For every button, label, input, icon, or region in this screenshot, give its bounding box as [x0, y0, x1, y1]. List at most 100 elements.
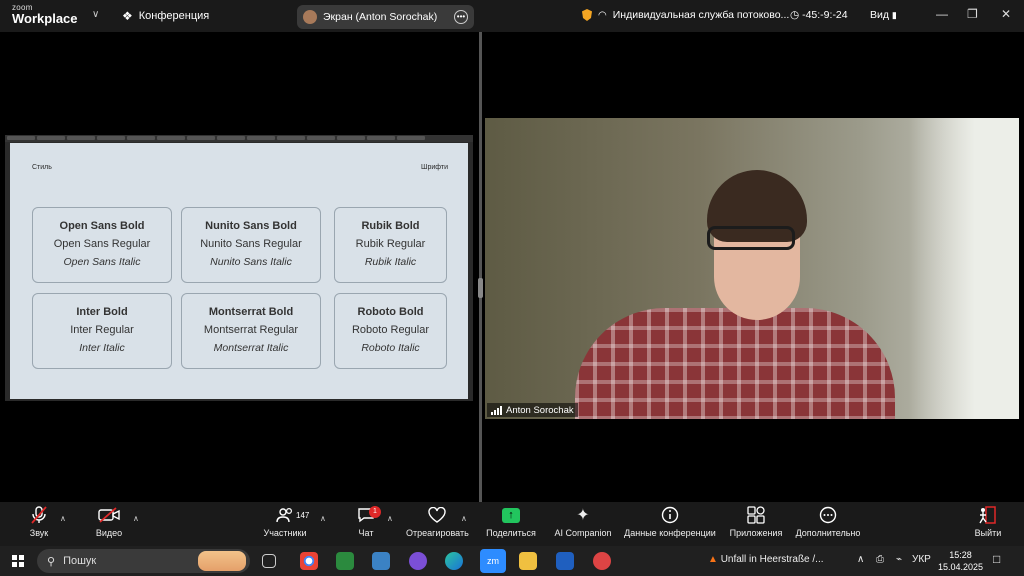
participants-caret-icon[interactable]: ∧: [320, 514, 326, 523]
notifications-icon[interactable]: □: [993, 552, 1000, 566]
split-divider-handle[interactable]: [478, 278, 483, 298]
search-icon: ⚲: [47, 555, 56, 568]
signal-icon: [491, 405, 502, 415]
close-icon[interactable]: ✕: [1001, 7, 1011, 21]
font-card-montserrat: Montserrat Bold Montserrat Regular Monts…: [181, 293, 321, 369]
paint-icon[interactable]: [372, 552, 390, 570]
react-caret-icon[interactable]: ∧: [461, 514, 467, 523]
participants-count: 147: [296, 511, 310, 520]
font-regular: Nunito Sans Regular: [200, 238, 302, 250]
zoom-logo: zoom Workplace: [12, 4, 78, 26]
shared-browser-tabs: [5, 135, 473, 142]
react-button[interactable]: Отреагировать: [406, 505, 469, 538]
audio-button[interactable]: Звук: [24, 505, 54, 538]
participant-glasses: [707, 226, 795, 250]
file-explorer-icon[interactable]: [519, 552, 537, 570]
apps-button[interactable]: Приложения: [728, 505, 784, 538]
chrome-icon[interactable]: [300, 552, 318, 570]
mic-muted-icon: [31, 506, 47, 524]
app-icon[interactable]: [593, 552, 611, 570]
windows-start-icon[interactable]: [12, 555, 24, 567]
chat-badge: 1: [369, 506, 381, 518]
zoom-taskbar-icon[interactable]: zm: [480, 549, 506, 573]
meet-icon[interactable]: [336, 552, 354, 570]
view-icon: ▮: [891, 10, 897, 20]
video-options-caret-icon[interactable]: ∧: [133, 514, 139, 523]
chat-label: Чат: [358, 528, 374, 538]
font-bold: Rubik Bold: [361, 220, 420, 232]
service-label: Индивидуальная служба потоково...: [612, 9, 790, 21]
service-status[interactable]: ◠ Индивидуальная служба потоково...: [582, 9, 789, 21]
view-label: Вид: [870, 9, 889, 21]
font-card-open-sans: Open Sans Bold Open Sans Regular Open Sa…: [32, 207, 172, 283]
font-bold: Roboto Bold: [357, 306, 424, 318]
viber-icon[interactable]: [409, 552, 427, 570]
participant-name-tag: Anton Sorochak: [487, 403, 578, 417]
split-divider[interactable]: [479, 32, 482, 502]
participant-video[interactable]: Anton Sorochak: [485, 118, 1019, 419]
more-options-icon[interactable]: •••: [454, 10, 468, 24]
restore-icon[interactable]: ❐: [967, 7, 978, 21]
broadcast-icon: ◠: [598, 9, 607, 21]
leave-label: Выйти: [974, 528, 1002, 538]
video-button[interactable]: Видео: [93, 505, 125, 538]
font-bold: Montserrat Bold: [208, 306, 294, 318]
info-icon: [661, 506, 679, 524]
info-label: Данные конференции: [624, 528, 716, 538]
react-label: Отреагировать: [406, 528, 469, 538]
paw-icon: ❖: [122, 9, 133, 23]
leave-icon: [979, 506, 996, 524]
minimize-icon[interactable]: —: [936, 7, 948, 21]
news-notification[interactable]: ▲ Unfall in Heerstraße /...: [708, 554, 824, 565]
font-card-inter: Inter Bold Inter Regular Inter Italic: [32, 293, 172, 369]
clock[interactable]: 15:28 15.04.2025: [938, 549, 983, 573]
font-regular: Inter Regular: [70, 324, 134, 336]
audio-options-caret-icon[interactable]: ∧: [60, 514, 66, 523]
screen-share-pill[interactable]: Экран (Anton Sorochak) •••: [297, 5, 474, 29]
participants-icon: [276, 507, 293, 523]
shared-screen: Стиль Шрифти Open Sans Bold Open Sans Re…: [5, 135, 473, 401]
taskbar-search[interactable]: ⚲ Пошук: [37, 549, 250, 573]
participants-button[interactable]: Участники: [262, 505, 308, 538]
task-view-icon[interactable]: [262, 554, 276, 568]
font-regular: Rubik Regular: [355, 238, 426, 250]
leave-button[interactable]: Выйти: [972, 505, 1004, 538]
font-card-nunito-sans: Nunito Sans Bold Nunito Sans Regular Nun…: [181, 207, 321, 283]
conference-menu[interactable]: ❖ Конференция: [122, 9, 209, 23]
word-icon[interactable]: [556, 552, 574, 570]
meeting-info-button[interactable]: Данные конференции: [624, 505, 716, 538]
share-button[interactable]: ↑ Поделиться: [486, 505, 536, 538]
chat-caret-icon[interactable]: ∧: [387, 514, 393, 523]
more-button[interactable]: Дополнительно: [795, 505, 861, 538]
conference-label: Конференция: [138, 10, 210, 22]
tray-app-icon[interactable]: ⎙: [876, 554, 884, 565]
tray-chevron-icon[interactable]: ∧: [857, 554, 864, 565]
logo-line2: Workplace: [12, 11, 78, 26]
shield-icon: [582, 9, 592, 21]
ai-companion-button[interactable]: ✦ AI Companion: [553, 505, 613, 538]
wifi-icon[interactable]: ⌁: [896, 554, 902, 565]
apps-label: Приложения: [729, 528, 783, 538]
alert-icon: ▲: [708, 554, 718, 565]
view-button[interactable]: Вид ▮: [870, 9, 897, 21]
font-regular: Roboto Regular: [351, 324, 430, 336]
edge-icon[interactable]: [445, 552, 463, 570]
share-label: Поделиться: [486, 528, 536, 538]
apps-icon: [747, 506, 765, 524]
presentation-slide: Стиль Шрифти Open Sans Bold Open Sans Re…: [10, 143, 468, 399]
meeting-timer: ◷ -45:-9:-24: [790, 9, 848, 21]
sparkle-icon: ✦: [576, 507, 590, 524]
clock-icon: ◷: [790, 9, 800, 21]
font-bold: Inter Bold: [76, 306, 128, 318]
slide-fonts-label: Шрифти: [421, 164, 448, 171]
font-italic: Rubik Italic: [364, 256, 417, 268]
font-italic: Open Sans Italic: [63, 256, 141, 268]
timer-value: -45:-9:-24: [802, 9, 848, 21]
more-label: Дополнительно: [795, 528, 861, 538]
font-regular: Open Sans Regular: [53, 238, 151, 250]
zoom-window: zoom Workplace ∨ ❖ Конференция Экран (An…: [0, 0, 1024, 576]
clock-time: 15:28: [949, 550, 972, 560]
font-bold: Nunito Sans Bold: [205, 220, 297, 232]
language-indicator[interactable]: УКР: [912, 554, 931, 565]
chevron-down-icon[interactable]: ∨: [92, 9, 99, 20]
